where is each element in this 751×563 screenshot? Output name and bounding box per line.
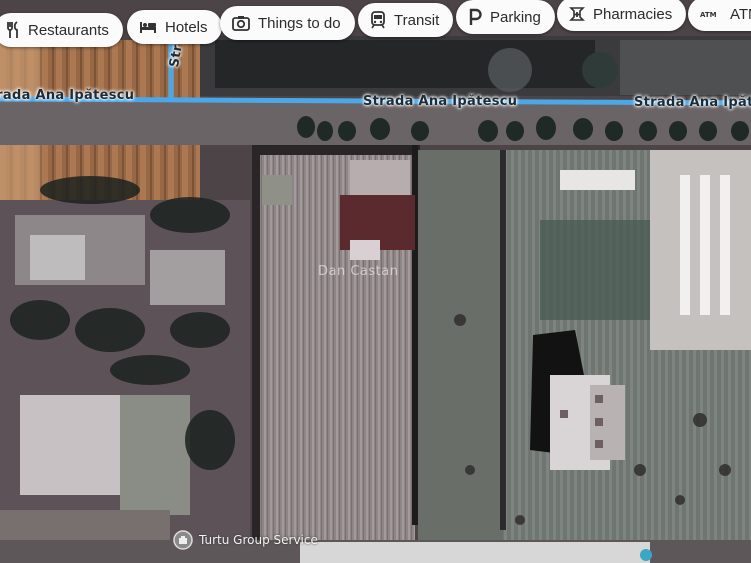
- chip-label: Restaurants: [28, 21, 109, 39]
- category-chips-bar: Restaurants Hotels Things to do Transit: [0, 0, 751, 47]
- street-label: Strada Ana Ipătescu: [0, 88, 135, 103]
- poi-marker[interactable]: Turtu Group Service: [173, 530, 318, 550]
- street-label: Strada Ana Ipătescu: [363, 94, 518, 109]
- chip-label: Things to do: [258, 14, 341, 32]
- place-label: Dan Castan: [318, 264, 399, 279]
- location-dot[interactable]: [640, 549, 652, 561]
- chip-label: Parking: [490, 8, 541, 26]
- chip-transit[interactable]: Transit: [358, 3, 454, 37]
- chip-label: ATMs: [730, 5, 751, 23]
- chip-parking[interactable]: Parking: [456, 0, 555, 34]
- chip-label: Transit: [394, 11, 440, 29]
- chip-pharmacies[interactable]: Pharmacies: [557, 0, 687, 31]
- business-pin-icon: [173, 530, 193, 550]
- chip-label: Hotels: [165, 18, 208, 36]
- satellite-map[interactable]: [0, 0, 751, 563]
- chip-hotels[interactable]: Hotels: [127, 10, 222, 44]
- train-icon: [371, 11, 385, 29]
- pharmacy-cross-icon: [569, 7, 585, 21]
- poi-label: Turtu Group Service: [199, 533, 318, 547]
- chip-atms[interactable]: ATM ATMs: [688, 0, 751, 31]
- street-label: Strada Ana Ipătescu: [634, 95, 751, 110]
- parking-p-icon: [469, 8, 482, 25]
- svg-text:ATM: ATM: [700, 11, 717, 19]
- camera-icon: [232, 16, 250, 31]
- fork-knife-icon: [7, 21, 18, 38]
- chip-restaurants[interactable]: Restaurants: [0, 13, 123, 47]
- chip-label: Pharmacies: [593, 5, 673, 23]
- bed-icon: [140, 22, 156, 33]
- chip-things-to-do[interactable]: Things to do: [220, 6, 355, 40]
- atm-icon: ATM: [700, 11, 717, 19]
